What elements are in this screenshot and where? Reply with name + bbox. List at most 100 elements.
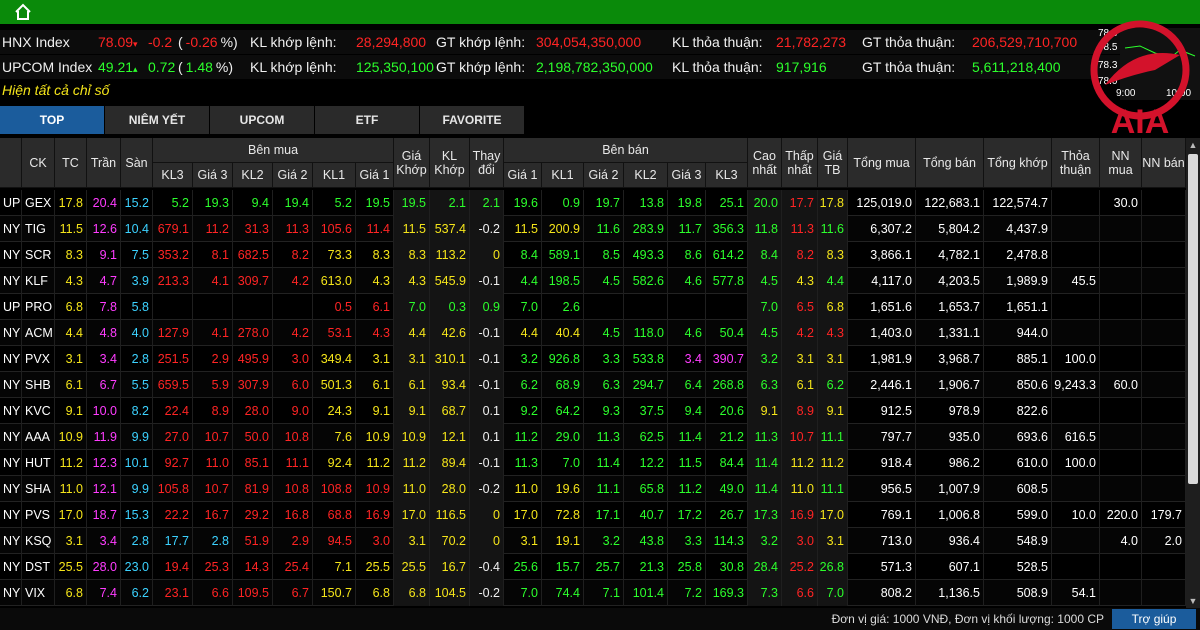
scroll-up-icon[interactable]: ▲ (1186, 138, 1200, 152)
table-row[interactable]: NY PVX 3.1 3.4 2.8 251.5 2.9 495.9 3.0 349.4 3.1 3.… (0, 346, 1186, 372)
sell-cell: 17.2 (668, 502, 706, 528)
header-thay-doi[interactable]: Thay đổi (470, 138, 504, 188)
avg-price-cell: 3.1 (818, 528, 848, 554)
tab-top[interactable]: TOP (0, 106, 104, 134)
header-thap-nhat[interactable]: Thấp nhất (782, 138, 818, 188)
total-match-cell: 599.0 (984, 502, 1052, 528)
foreign-sell-cell (1142, 320, 1186, 346)
header-sell-col[interactable]: Giá 2 (584, 163, 624, 188)
tab-favorite[interactable]: FAVORITE (420, 106, 524, 134)
table-row[interactable]: NY AAA 10.9 11.9 9.9 27.0 10.7 50.0 10.8 7.6 10.9 1… (0, 424, 1186, 450)
header-sell-col[interactable]: KL1 (542, 163, 584, 188)
ref-price-cell: 3.1 (55, 346, 87, 372)
table-row[interactable]: UP GEX 17.8 20.4 15.2 5.2 19.3 9.4 19.4 5.2 19.5 19… (0, 190, 1186, 216)
change-cell: -0.2 (470, 476, 504, 502)
gt-khop-label: GT khớp lệnh: (436, 34, 526, 50)
sell-cell: 6.4 (668, 372, 706, 398)
header-nn-ban[interactable]: NN bán (1142, 138, 1186, 188)
header-tong-mua[interactable]: Tổng mua (848, 138, 916, 188)
table-row[interactable]: NY TIG 11.5 12.6 10.4 679.1 11.2 31.3 11.3 105.6 1… (0, 216, 1186, 242)
header-buy-col[interactable]: KL1 (313, 163, 356, 188)
header-sell-col[interactable]: KL2 (624, 163, 668, 188)
header-buy-col[interactable]: Giá 3 (193, 163, 233, 188)
scroll-down-icon[interactable]: ▼ (1186, 594, 1200, 608)
foreign-buy-cell (1100, 476, 1142, 502)
table-row[interactable]: NY VIX 6.8 7.4 6.2 23.1 6.6 109.5 6.7 150.7 6.8 6.8… (0, 580, 1186, 606)
ceiling-price-cell: 6.7 (87, 372, 121, 398)
header-sell-col[interactable]: KL3 (706, 163, 748, 188)
header-buy-col[interactable]: KL2 (233, 163, 273, 188)
table-row[interactable]: NY SHA 11.0 12.1 9.9 105.8 10.7 81.9 10.8 108.8 10… (0, 476, 1186, 502)
table-row[interactable]: NY ACM 4.4 4.8 4.0 127.9 4.1 278.0 4.2 53.1 4.3 4.4… (0, 320, 1186, 346)
foreign-buy-cell (1100, 424, 1142, 450)
header-gia-tb[interactable]: Giá TB (818, 138, 848, 188)
header-buy-col[interactable]: Giá 2 (273, 163, 313, 188)
buy-cell: 251.5 (153, 346, 193, 372)
header-ben-ban[interactable]: Bên bán (504, 138, 748, 163)
buy-cell (193, 294, 233, 320)
sell-cell: 11.4 (584, 450, 624, 476)
total-sell-cell: 1,331.1 (916, 320, 984, 346)
foreign-buy-cell (1100, 242, 1142, 268)
buy-cell: 309.7 (233, 268, 273, 294)
gt-thoa-thuan-value: 5,611,218,400 (972, 59, 1061, 75)
ceiling-price-cell: 4.8 (87, 320, 121, 346)
header-ben-mua[interactable]: Bên mua (153, 138, 394, 163)
sell-cell: 614.2 (706, 242, 748, 268)
header-cao-nhat[interactable]: Cao nhất (748, 138, 782, 188)
table-row[interactable]: NY KSQ 3.1 3.4 2.8 17.7 2.8 51.9 2.9 94.5 3.0 3.1 70… (0, 528, 1186, 554)
avg-price-cell: 11.2 (818, 450, 848, 476)
high-price-cell: 4.5 (748, 268, 782, 294)
tab-upcom[interactable]: UPCOM (210, 106, 314, 134)
sell-cell: 7.1 (584, 580, 624, 606)
high-price-cell: 3.2 (748, 346, 782, 372)
buy-cell: 7.6 (313, 424, 356, 450)
symbol-cell: PVS (22, 502, 55, 528)
header-san[interactable]: Sàn (121, 138, 153, 188)
header-sell-col[interactable]: Giá 1 (504, 163, 542, 188)
header-thoa-thuan[interactable]: Thỏa thuận (1052, 138, 1100, 188)
show-all-indices-link[interactable]: Hiện tất cả chỉ số (2, 82, 109, 98)
header-buy-col[interactable]: KL3 (153, 163, 193, 188)
header-tong-ban[interactable]: Tổng bán (916, 138, 984, 188)
header-tc[interactable]: TC (55, 138, 87, 188)
header-kl-khop[interactable]: KL Khớp (430, 138, 470, 188)
sell-cell: 7.0 (542, 450, 584, 476)
sell-cell: 7.2 (668, 580, 706, 606)
header-gia-khop[interactable]: Giá Khớp (394, 138, 430, 188)
table-row[interactable]: NY KVC 9.1 10.0 8.2 22.4 8.9 28.0 9.0 24.3 9.1 9.1 6… (0, 398, 1186, 424)
header-sell-col[interactable]: Giá 3 (668, 163, 706, 188)
table-row[interactable]: UP PRO 6.8 7.8 5.8 0.5 6.1 7.0 0.3 0.9 7.0 2.6 7.0 6.… (0, 294, 1186, 320)
match-price-cell: 11.0 (394, 476, 430, 502)
tab-etf[interactable]: ETF (315, 106, 419, 134)
foreign-buy-cell (1100, 450, 1142, 476)
match-price-cell: 4.3 (394, 268, 430, 294)
header-exchange[interactable] (0, 138, 22, 188)
table-row[interactable]: NY PVS 17.0 18.7 15.3 22.2 16.7 29.2 16.8 68.8 16.… (0, 502, 1186, 528)
home-icon[interactable] (14, 3, 32, 21)
symbol-cell: KSQ (22, 528, 55, 554)
table-row[interactable]: NY SHB 6.1 6.7 5.5 659.5 5.9 307.9 6.0 501.3 6.1 6.… (0, 372, 1186, 398)
tab-niem-yet[interactable]: NIÊM YẾT (105, 106, 209, 134)
header-buy-col[interactable]: Giá 1 (356, 163, 394, 188)
symbol-cell: HUT (22, 450, 55, 476)
floor-price-cell: 2.8 (121, 346, 153, 372)
symbol-cell: VIX (22, 580, 55, 606)
table-row[interactable]: NY DST 25.5 28.0 23.0 19.4 25.3 14.3 25.4 7.1 25.5… (0, 554, 1186, 580)
scroll-thumb[interactable] (1188, 154, 1198, 484)
help-button[interactable]: Trợ giúp (1112, 609, 1196, 629)
total-sell-cell: 935.0 (916, 424, 984, 450)
buy-cell: 68.8 (313, 502, 356, 528)
table-row[interactable]: NY HUT 11.2 12.3 10.1 92.7 11.0 85.1 11.1 92.4 11.… (0, 450, 1186, 476)
buy-cell: 31.3 (233, 216, 273, 242)
header-ck[interactable]: CK (22, 138, 55, 188)
table-row[interactable]: NY KLF 4.3 4.7 3.9 213.3 4.1 309.7 4.2 613.0 4.3 4.… (0, 268, 1186, 294)
sell-cell: 7.0 (504, 294, 542, 320)
header-nn-mua[interactable]: NN mua (1100, 138, 1142, 188)
table-row[interactable]: NY SCR 8.3 9.1 7.5 353.2 8.1 682.5 8.2 73.3 8.3 8.3… (0, 242, 1186, 268)
header-tong-khop[interactable]: Tổng khớp (984, 138, 1052, 188)
header-tran[interactable]: Trần (87, 138, 121, 188)
low-price-cell: 8.9 (782, 398, 818, 424)
sell-cell: 11.5 (668, 450, 706, 476)
vertical-scrollbar[interactable]: ▲ ▼ (1186, 138, 1200, 608)
